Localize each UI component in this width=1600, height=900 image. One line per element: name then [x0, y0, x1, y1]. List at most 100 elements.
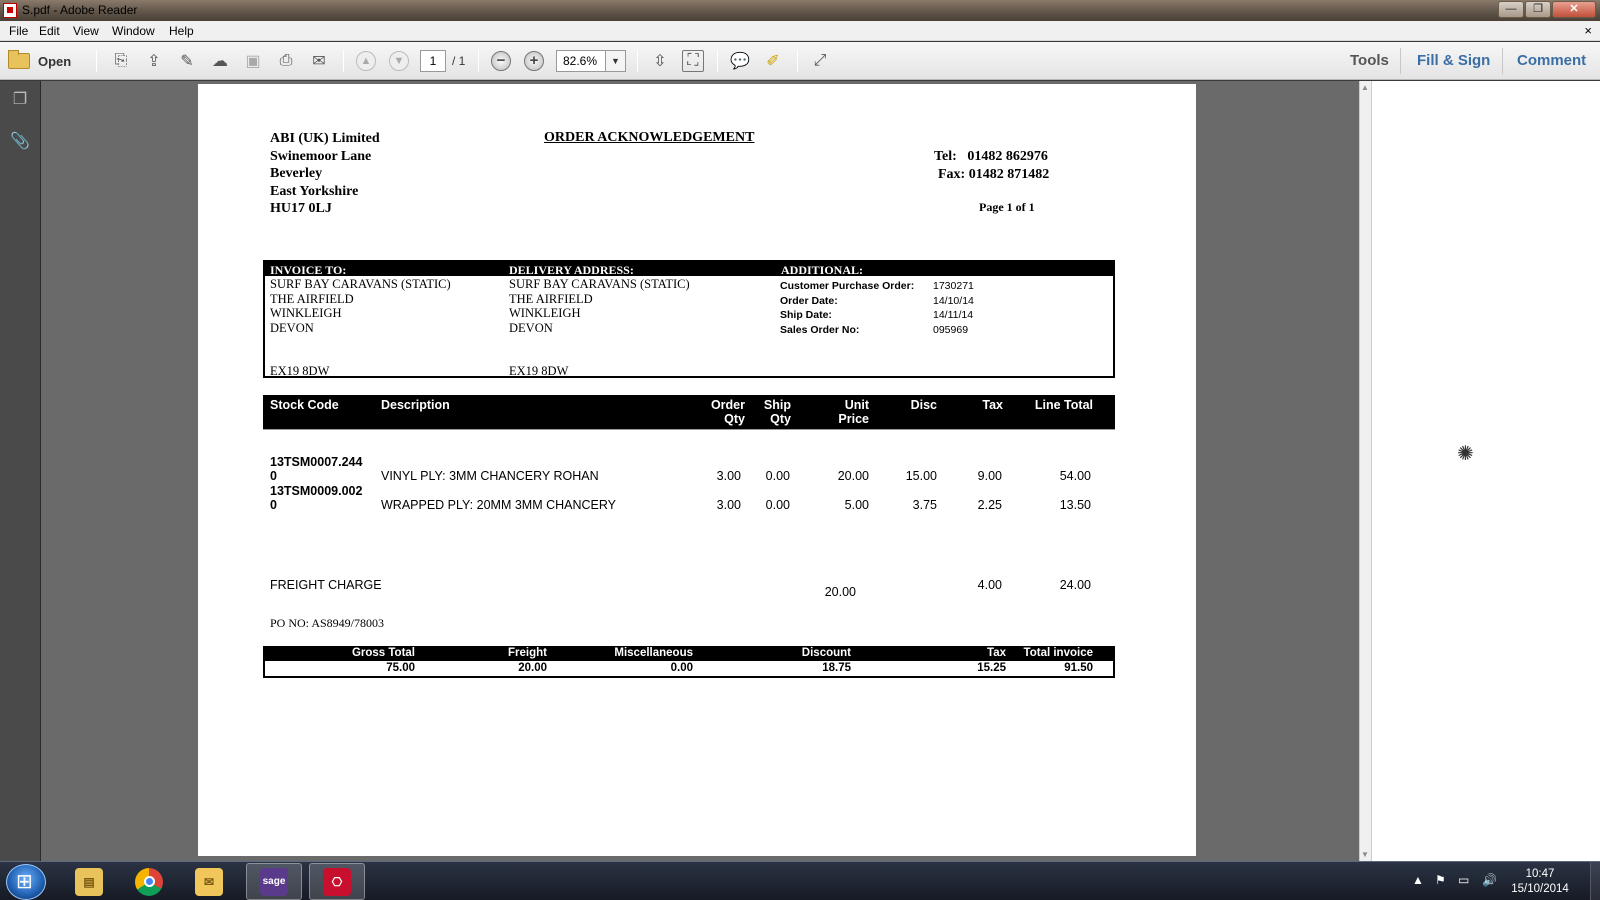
zoom-in-icon[interactable]: +	[524, 51, 544, 71]
taskbar: ▤ ✉ sage ⎔ ▲ ⚑ ▭ 🔊 10:47 15/10/2014	[0, 861, 1600, 900]
menu-file[interactable]: File	[9, 24, 28, 38]
company-name: ABI (UK) Limited	[270, 131, 380, 146]
minimize-button[interactable]: —	[1498, 1, 1524, 18]
taskbar-adobe-reader[interactable]: ⎔	[309, 863, 365, 900]
zoom-input[interactable]: 82.6%	[556, 50, 606, 72]
vertical-scrollbar[interactable]: ▲ ▼	[1359, 81, 1371, 861]
tools-pane: ✺	[1371, 81, 1600, 861]
action-center-flag-icon[interactable]: ⚑	[1435, 873, 1446, 887]
close-window-button[interactable]: ✕	[1552, 1, 1596, 18]
additional-label: Order Date:	[780, 294, 838, 307]
freight-heading: Freight	[508, 647, 547, 659]
export-pdf-icon[interactable]: ⇪	[143, 50, 165, 72]
sage-icon: sage	[260, 867, 288, 896]
col-ship-qty-line: Ship	[763, 398, 791, 412]
address-line: THE AIRFIELD	[509, 291, 593, 306]
scroll-up-icon[interactable]: ▲	[1361, 83, 1369, 92]
order-qty: 3.00	[716, 469, 741, 483]
full-screen-icon[interactable]: ⤢	[809, 50, 831, 72]
show-desktop-button[interactable]	[1590, 862, 1600, 900]
toolbar-divider	[1400, 48, 1401, 74]
edit-pdf-icon[interactable]: ✎	[176, 50, 198, 72]
maximize-button[interactable]: ❐	[1525, 1, 1551, 18]
open-button[interactable]: Open	[8, 50, 71, 72]
fit-width-icon[interactable]: ⇳	[649, 50, 671, 72]
line-total: 54.00	[1059, 469, 1091, 483]
chrome-icon	[135, 867, 163, 896]
scroll-down-icon[interactable]: ▼	[1361, 850, 1369, 859]
address-line: WINKLEIGH	[270, 306, 342, 320]
create-pdf-icon[interactable]: ⎘	[110, 50, 132, 72]
toolbar-divider	[637, 50, 638, 72]
additional-value: 1730271	[933, 280, 974, 292]
menu-window[interactable]: Window	[112, 24, 155, 38]
highlight-icon[interactable]: ✐	[762, 50, 784, 72]
taskbar-outlook[interactable]: ✉	[181, 863, 237, 900]
address-line: THE AIRFIELD	[270, 291, 354, 306]
col-unit-price-line: Price	[838, 412, 869, 426]
print-icon[interactable]: ⎙	[275, 50, 297, 72]
page-number-input[interactable]: 1	[420, 50, 446, 72]
title-bar: S.pdf - Adobe Reader — ❐ ✕	[0, 0, 1600, 21]
col-order-qty-line: Order	[710, 398, 745, 412]
freight-tax: 4.00	[977, 578, 1002, 592]
email-icon[interactable]: ✉	[308, 50, 330, 72]
po-number: PO NO: AS8949/78003	[270, 616, 385, 630]
attachments-icon[interactable]: 📎	[10, 131, 30, 153]
pdf-app-icon	[3, 3, 17, 18]
total-invoice-value: 91.50	[1064, 662, 1093, 674]
disc: 3.75	[912, 498, 937, 512]
invoice-to-heading: INVOICE TO:	[270, 263, 347, 277]
col-unit-price-line: Unit	[844, 398, 869, 412]
col-ship-qty: Ship Qty	[743, 398, 791, 426]
pdf-page: ABI (UK) Limited Swinemoor Lane Beverley…	[198, 84, 1196, 856]
fill-sign-tab[interactable]: Fill & Sign	[1417, 52, 1490, 69]
clock[interactable]: 10:47 15/10/2014	[1510, 867, 1570, 897]
toolbar-divider	[717, 50, 718, 72]
misc-value: 0.00	[670, 662, 693, 674]
company-postcode: HU17 0LJ	[270, 201, 332, 216]
contact-details: Tel: 01482 862976 Fax: 01482 871482	[934, 148, 1049, 183]
show-hidden-icons-icon[interactable]: ▲	[1412, 873, 1424, 887]
start-button[interactable]	[6, 864, 46, 900]
save-icon[interactable]: ▣	[242, 50, 264, 72]
network-icon[interactable]: ▭	[1458, 873, 1469, 887]
menu-bar: File Edit View Window Help ×	[0, 21, 1600, 41]
total-invoice-heading: Total invoice	[1023, 647, 1093, 659]
chevron-down-icon[interactable]: ▼	[606, 50, 626, 72]
additional-label: Ship Date:	[780, 309, 832, 321]
previous-page-icon[interactable]: ▲	[356, 51, 376, 71]
sticky-note-icon[interactable]: 💬	[729, 50, 751, 72]
delivery-address: SURF BAY CARAVANS (STATIC) THE AIRFIELD …	[509, 277, 690, 335]
company-line: East Yorkshire	[270, 183, 359, 199]
address-line: WINKLEIGH	[509, 306, 581, 320]
delivery-postcode: EX19 8DW	[509, 364, 569, 378]
additional-value: 14/11/14	[933, 309, 974, 321]
zoom-out-icon[interactable]: −	[491, 51, 511, 71]
address-line: SURF BAY CARAVANS (STATIC)	[509, 277, 690, 291]
gross-total-heading: Gross Total	[351, 647, 415, 659]
next-page-icon[interactable]: ▼	[389, 51, 409, 71]
additional-value: 095969	[933, 323, 969, 336]
page-thumbnails-icon[interactable]: ❐	[10, 89, 30, 111]
fit-page-icon[interactable]: ⛶	[682, 50, 704, 72]
upload-cloud-icon[interactable]: ☁	[209, 50, 231, 72]
close-document-button[interactable]: ×	[1584, 23, 1592, 38]
volume-icon[interactable]: 🔊	[1482, 873, 1497, 887]
ship-qty: 0.00	[765, 469, 790, 483]
clock-time: 10:47	[1525, 868, 1555, 880]
menu-view[interactable]: View	[73, 24, 99, 38]
taskbar-explorer[interactable]: ▤	[61, 863, 117, 900]
stock-code-line: 0	[270, 498, 277, 512]
tools-tab[interactable]: Tools	[1350, 52, 1389, 69]
clock-date: 15/10/2014	[1511, 883, 1569, 895]
menu-edit[interactable]: Edit	[39, 24, 60, 38]
taskbar-sage[interactable]: sage	[246, 863, 302, 900]
menu-help[interactable]: Help	[169, 24, 194, 38]
table-row: 13TSM0009.002 0 WRAPPED PLY: 20MM 3MM CHA…	[263, 484, 1115, 514]
comment-tab[interactable]: Comment	[1517, 52, 1586, 69]
taskbar-chrome[interactable]	[121, 863, 177, 900]
toolbar-divider	[797, 50, 798, 72]
invoice-postcode: EX19 8DW	[270, 364, 330, 378]
window-title: S.pdf - Adobe Reader	[22, 3, 138, 17]
